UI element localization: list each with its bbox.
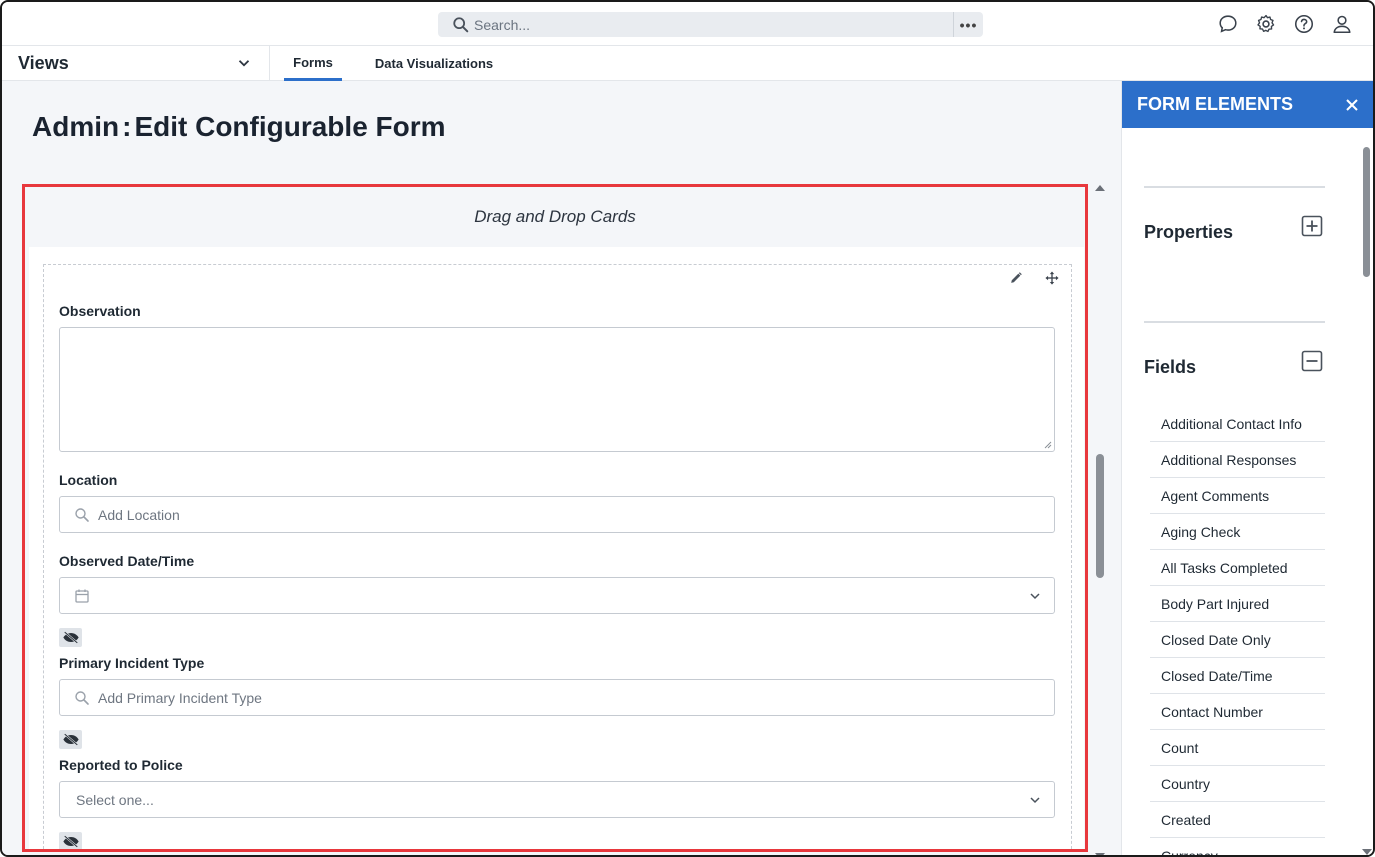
field-item-agent-comments[interactable]: Agent Comments [1150,478,1325,514]
form-card-dropzone[interactable]: Observation Location Add Location Observ… [43,264,1072,849]
field-item-count[interactable]: Count [1150,730,1325,766]
form-elements-panel: FORM ELEMENTS Properties Fields Addition… [1121,81,1373,856]
scrollbar-thumb[interactable] [1096,454,1104,578]
search-more-button[interactable]: ••• [953,12,983,37]
location-placeholder: Add Location [98,506,180,523]
page-title-separator: : [122,111,132,142]
field-item-contact-number[interactable]: Contact Number [1150,694,1325,730]
field-item-currency[interactable]: Currency [1150,838,1325,856]
page-title-prefix: Admin [32,111,120,142]
page-title: Admin: Edit Configurable Form [32,111,446,143]
form-card: Observation Location Add Location Observ… [29,247,1084,849]
observation-label: Observation [59,303,141,319]
field-list: Additional Contact Info Additional Respo… [1150,406,1325,856]
field-item-aging-check[interactable]: Aging Check [1150,514,1325,550]
close-icon[interactable] [1345,98,1359,112]
move-icon[interactable] [1045,271,1059,285]
hidden-eye-icon[interactable] [59,730,82,749]
collapse-minus-icon[interactable] [1301,350,1323,372]
resize-handle-icon[interactable] [1044,441,1052,449]
tab-forms[interactable]: Forms [284,46,342,81]
panel-title: FORM ELEMENTS [1137,94,1293,114]
reported-to-police-label: Reported to Police [59,757,183,773]
chevron-down-icon [1028,589,1042,603]
user-icon[interactable] [1331,13,1353,35]
scroll-down-arrow[interactable] [1362,849,1372,855]
reported-to-police-placeholder: Select one... [76,791,154,808]
primary-incident-type-label: Primary Incident Type [59,655,205,671]
location-label: Location [59,472,118,488]
chevron-down-icon [1028,793,1042,807]
calendar-icon [74,588,90,604]
observed-datetime-picker[interactable] [59,577,1055,614]
search-icon [74,507,90,523]
field-item-closed-date-only[interactable]: Closed Date Only [1150,622,1325,658]
views-dropdown[interactable]: Views [18,46,270,80]
canvas-scrollbar[interactable] [1093,184,1105,855]
section-divider [1144,186,1325,188]
field-item-additional-contact-info[interactable]: Additional Contact Info [1150,406,1325,442]
field-item-all-tasks-completed[interactable]: All Tasks Completed [1150,550,1325,586]
primary-incident-type-lookup[interactable]: Add Primary Incident Type [59,679,1055,716]
top-icons [1217,13,1353,35]
app-window: Search... ••• Views Forms Data Visualiza… [0,0,1375,857]
search-icon [74,690,90,706]
help-icon[interactable] [1293,13,1315,35]
hidden-eye-icon[interactable] [59,832,82,849]
search-input[interactable]: Search... [474,17,953,33]
field-item-created[interactable]: Created [1150,802,1325,838]
gear-icon[interactable] [1255,13,1277,35]
field-item-country[interactable]: Country [1150,766,1325,802]
field-item-additional-responses[interactable]: Additional Responses [1150,442,1325,478]
top-bar: Search... ••• [2,2,1373,46]
scroll-up-arrow[interactable] [1095,185,1105,191]
fields-title: Fields [1144,357,1197,377]
field-item-body-part-injured[interactable]: Body Part Injured [1150,586,1325,622]
scrollbar-thumb[interactable] [1363,147,1370,277]
chevron-down-icon [238,60,250,67]
field-item-closed-date-time[interactable]: Closed Date/Time [1150,658,1325,694]
drag-drop-header: Drag and Drop Cards [474,207,636,226]
views-label: Views [18,52,69,73]
panel-header: FORM ELEMENTS [1122,81,1373,128]
search-icon [453,16,469,32]
drag-drop-canvas: Drag and Drop Cards Observation Location… [22,184,1088,852]
section-divider [1144,321,1325,323]
tab-data-visualizations[interactable]: Data Visualizations [374,46,494,81]
chat-icon[interactable] [1217,13,1239,35]
reported-to-police-select[interactable]: Select one... [59,781,1055,818]
observed-datetime-label: Observed Date/Time [59,553,195,569]
scroll-down-arrow[interactable] [1095,853,1105,855]
properties-title: Properties [1144,222,1234,242]
views-bar: Views Forms Data Visualizations [2,46,1373,81]
primary-incident-type-placeholder: Add Primary Incident Type [98,689,262,706]
pencil-icon[interactable] [1009,271,1023,285]
hidden-eye-icon[interactable] [59,628,82,647]
panel-scrollbar[interactable] [1360,81,1373,855]
global-search[interactable]: Search... ••• [438,12,983,37]
main-content: Admin: Edit Configurable Form Drag and Dr… [2,81,1121,855]
location-lookup[interactable]: Add Location [59,496,1055,533]
expand-plus-icon[interactable] [1301,215,1323,237]
observation-textarea[interactable] [59,327,1055,452]
card-tools [1009,271,1059,285]
page-title-main: Edit Configurable Form [134,111,446,142]
